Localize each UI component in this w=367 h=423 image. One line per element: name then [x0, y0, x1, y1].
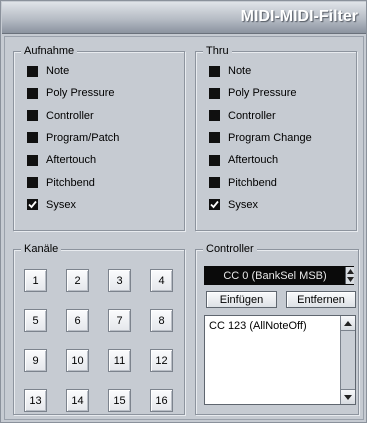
- thru-filter-row[interactable]: Note: [209, 64, 251, 78]
- thru-filter-row[interactable]: Sysex: [209, 198, 258, 212]
- record-filter-row[interactable]: Program/Patch: [27, 131, 119, 145]
- channel-button-8[interactable]: 8: [150, 309, 173, 332]
- channels-group: Kanäle 1 2 3 4 5 6 7 8 9 10 11 12 13 14 15 16: [13, 242, 185, 415]
- checkbox-label: Program Change: [228, 131, 312, 144]
- thru-filter-row[interactable]: Poly Pressure: [209, 86, 296, 100]
- title-bar: MIDI-MIDI-Filter: [2, 2, 366, 34]
- channel-button-16[interactable]: 16: [150, 389, 173, 412]
- checkbox-label: Note: [228, 65, 252, 77]
- checkbox[interactable]: [209, 87, 220, 99]
- checkbox-label: Aftertouch: [228, 154, 279, 167]
- controller-group: Controller CC 0 (BankSel MSB) Einfügen E…: [195, 242, 359, 415]
- thru-filter-group: Thru Note Poly Pressure Controller Program …: [195, 44, 357, 231]
- checkbox[interactable]: [27, 177, 38, 188]
- checkbox-label: Pitchbend: [46, 176, 95, 189]
- scroll-up-arrow-icon[interactable]: [341, 316, 355, 331]
- checkbox-label: Poly Pressure: [228, 87, 297, 100]
- checkbox[interactable]: [27, 132, 38, 144]
- checkbox-label: Note: [46, 65, 70, 77]
- record-filter-group: Aufnahme Note Poly Pressure Controller Prog…: [13, 44, 185, 231]
- checkbox-label: Sysex: [228, 198, 258, 211]
- checkbox-label: Aftertouch: [46, 154, 97, 167]
- checkbox[interactable]: [209, 154, 220, 166]
- channels-group-legend: Kanäle: [21, 242, 62, 256]
- filter-panel: Aufnahme Note Poly Pressure Controller Prog…: [4, 36, 364, 420]
- checkbox-checked[interactable]: [209, 199, 220, 211]
- remove-button[interactable]: Entfernen: [286, 291, 356, 308]
- record-filter-row[interactable]: Pitchbend: [27, 176, 95, 190]
- window-title: MIDI-MIDI-Filter: [240, 8, 358, 25]
- channel-button-6[interactable]: 6: [66, 309, 89, 332]
- controller-list[interactable]: CC 123 (AllNoteOff): [204, 315, 356, 405]
- checkbox[interactable]: [27, 65, 38, 77]
- controller-select-value: CC 0 (BankSel MSB): [223, 269, 327, 282]
- checkbox[interactable]: [209, 110, 220, 122]
- channel-button-5[interactable]: 5: [24, 309, 47, 332]
- checkbox[interactable]: [27, 154, 38, 166]
- checkmark-icon: [210, 201, 219, 209]
- record-filter-row[interactable]: Note: [27, 64, 69, 78]
- list-item[interactable]: CC 123 (AllNoteOff): [209, 319, 307, 333]
- thru-filter-row[interactable]: Pitchbend: [209, 176, 277, 190]
- midi-filter-window: MIDI-MIDI-Filter Aufnahme Note Poly Press…: [0, 0, 367, 423]
- channel-button-11[interactable]: 11: [108, 349, 131, 372]
- thru-filter-row[interactable]: Aftertouch: [209, 153, 278, 167]
- checkbox-label: Controller: [46, 109, 94, 122]
- record-filter-row[interactable]: Aftertouch: [27, 153, 96, 167]
- checkbox[interactable]: [209, 132, 220, 144]
- record-filter-row[interactable]: Poly Pressure: [27, 86, 114, 100]
- checkbox-label: Controller: [228, 109, 276, 122]
- insert-button[interactable]: Einfügen: [206, 291, 277, 308]
- channel-button-13[interactable]: 13: [24, 389, 47, 412]
- thru-filter-row[interactable]: Program Change: [209, 131, 312, 145]
- record-filter-row[interactable]: Sysex: [27, 198, 76, 212]
- channel-button-14[interactable]: 14: [66, 389, 89, 412]
- thru-group-legend: Thru: [203, 44, 232, 58]
- checkbox[interactable]: [209, 65, 220, 77]
- channel-button-1[interactable]: 1: [24, 269, 47, 292]
- checkbox[interactable]: [27, 87, 38, 99]
- checkbox-label: Sysex: [46, 198, 76, 211]
- checkbox-label: Pitchbend: [228, 176, 277, 189]
- record-filter-row[interactable]: Controller: [27, 109, 94, 123]
- scroll-down-arrow-icon[interactable]: [341, 389, 355, 404]
- channel-button-9[interactable]: 9: [24, 349, 47, 372]
- checkbox-label: Program/Patch: [46, 131, 120, 144]
- checkbox-label: Poly Pressure: [46, 87, 115, 100]
- record-group-legend: Aufnahme: [21, 44, 78, 58]
- channel-button-12[interactable]: 12: [150, 349, 173, 372]
- thru-filter-row[interactable]: Controller: [209, 109, 276, 123]
- channel-button-4[interactable]: 4: [150, 269, 173, 292]
- checkbox[interactable]: [209, 177, 220, 188]
- controller-group-legend: Controller: [203, 242, 257, 256]
- channel-button-2[interactable]: 2: [66, 269, 89, 292]
- vertical-scrollbar[interactable]: [340, 316, 355, 404]
- controller-select[interactable]: CC 0 (BankSel MSB): [204, 266, 354, 285]
- checkbox[interactable]: [27, 110, 38, 122]
- channel-button-3[interactable]: 3: [108, 269, 131, 292]
- channel-button-15[interactable]: 15: [108, 389, 131, 412]
- checkmark-icon: [28, 201, 37, 209]
- channel-button-7[interactable]: 7: [108, 309, 131, 332]
- up-down-arrows-icon[interactable]: [345, 267, 354, 284]
- channel-button-10[interactable]: 10: [66, 349, 89, 372]
- checkbox-checked[interactable]: [27, 199, 38, 211]
